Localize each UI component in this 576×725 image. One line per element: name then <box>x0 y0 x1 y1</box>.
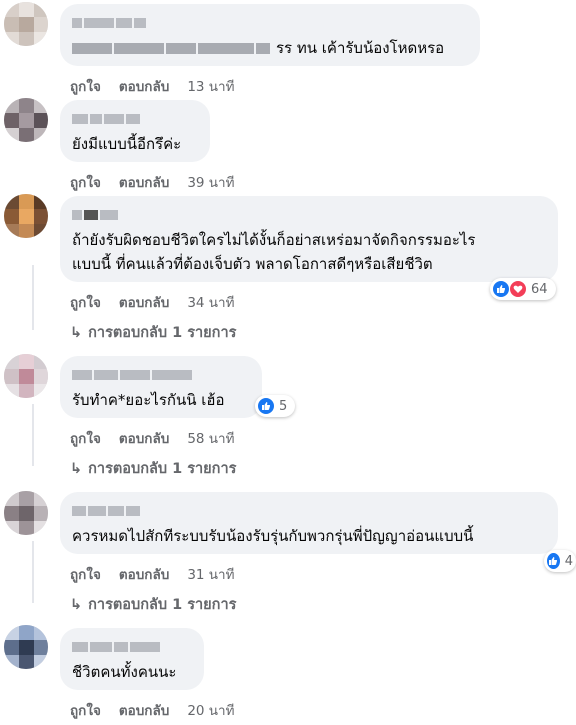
like-button[interactable]: ถูกใจ <box>70 291 101 313</box>
reaction-count: 5 <box>279 398 288 414</box>
author-name[interactable] <box>72 208 546 221</box>
avatar[interactable] <box>4 625 48 669</box>
like-button[interactable]: ถูกใจ <box>70 75 101 97</box>
timestamp[interactable]: 31 นาที <box>187 563 234 585</box>
thread-line <box>32 541 34 603</box>
timestamp[interactable]: 13 นาที <box>187 75 234 97</box>
redacted-text <box>72 42 270 54</box>
view-replies-link[interactable]: ↳ การตอบกลับ 1 รายการ <box>70 593 236 616</box>
comment-text: ชีวิตคนทั้งคนนะ <box>72 663 177 681</box>
avatar[interactable] <box>4 194 48 238</box>
comment-actions: ถูกใจ ตอบกลับ 20 นาที <box>70 699 235 721</box>
comment-bubble: ยังมีแบบนี้อีกรึค่ะ <box>60 100 210 162</box>
reply-button[interactable]: ตอบกลับ <box>119 563 169 585</box>
like-button[interactable]: ถูกใจ <box>70 171 101 193</box>
like-button[interactable]: ถูกใจ <box>70 427 101 449</box>
like-button[interactable]: ถูกใจ <box>70 699 101 721</box>
comment-text-line-2: แบบนี้ ที่คนแล้วที่ต้องเจ็บตัว พลาดโอกาส… <box>72 255 433 273</box>
comment-actions: ถูกใจ ตอบกลับ 58 นาที <box>70 427 235 449</box>
reply-button[interactable]: ตอบกลับ <box>119 427 169 449</box>
reply-arrow-icon: ↳ <box>70 596 83 613</box>
comment-text: ยังมีแบบนี้อีกรึค่ะ <box>72 135 182 153</box>
like-icon <box>492 280 510 298</box>
author-name[interactable] <box>72 640 192 653</box>
comment-text: ควรหมดไปสักทีระบบรับน้องรับรุ่นกับพวกรุ่… <box>72 527 474 545</box>
reply-button[interactable]: ตอบกลับ <box>119 171 169 193</box>
reaction-summary[interactable]: 4 <box>544 550 576 572</box>
reply-button[interactable]: ตอบกลับ <box>119 291 169 313</box>
author-name[interactable] <box>72 504 546 517</box>
author-name[interactable] <box>72 368 250 381</box>
author-name[interactable] <box>72 112 198 125</box>
avatar[interactable] <box>4 491 48 535</box>
comment-actions: ถูกใจ ตอบกลับ 39 นาที <box>70 171 235 193</box>
avatar[interactable] <box>4 354 48 398</box>
love-icon <box>509 280 527 298</box>
comment-text: รับทำค*ยอะไรกันนิ เฮ้อ <box>72 391 225 409</box>
comment-bubble: รร ทน เค้ารับน้องโหดหรอ <box>60 4 480 66</box>
timestamp[interactable]: 58 นาที <box>187 427 234 449</box>
like-icon <box>257 397 275 415</box>
comment-actions: ถูกใจ ตอบกลับ 13 นาที <box>70 75 235 97</box>
comment-actions: ถูกใจ ตอบกลับ 31 นาที <box>70 563 235 585</box>
comment-text-line-1: ถ้ายังรับผิดชอบชีวิตใครไม่ได้งั้นก็อย่าส… <box>72 231 476 249</box>
comment-bubble: รับทำค*ยอะไรกันนิ เฮ้อ <box>60 356 262 418</box>
view-replies-link[interactable]: ↳ การตอบกลับ 1 รายการ <box>70 457 236 480</box>
replies-count-label: การตอบกลับ 1 รายการ <box>88 461 237 477</box>
comment-text: รร ทน เค้ารับน้องโหดหรอ <box>276 39 445 57</box>
view-replies-link[interactable]: ↳ การตอบกลับ 1 รายการ <box>70 321 236 344</box>
reply-arrow-icon: ↳ <box>70 324 83 341</box>
avatar[interactable] <box>4 2 48 46</box>
replies-count-label: การตอบกลับ 1 รายการ <box>88 597 237 613</box>
reaction-summary[interactable]: 5 <box>255 395 295 417</box>
thread-line <box>32 404 34 466</box>
timestamp[interactable]: 20 นาที <box>187 699 234 721</box>
reply-button[interactable]: ตอบกลับ <box>119 75 169 97</box>
reply-button[interactable]: ตอบกลับ <box>119 699 169 721</box>
timestamp[interactable]: 34 นาที <box>187 291 234 313</box>
author-name[interactable] <box>72 16 468 29</box>
comment-actions: ถูกใจ ตอบกลับ 34 นาที <box>70 291 235 313</box>
timestamp[interactable]: 39 นาที <box>187 171 234 193</box>
reaction-count: 4 <box>564 553 573 569</box>
like-icon <box>546 552 561 570</box>
reaction-count: 64 <box>531 281 548 297</box>
comment-bubble: ชีวิตคนทั้งคนนะ <box>60 628 204 690</box>
comment-bubble: ถ้ายังรับผิดชอบชีวิตใครไม่ได้งั้นก็อย่าส… <box>60 196 558 282</box>
avatar[interactable] <box>4 98 48 142</box>
comment-bubble: ควรหมดไปสักทีระบบรับน้องรับรุ่นกับพวกรุ่… <box>60 492 558 554</box>
reply-arrow-icon: ↳ <box>70 460 83 477</box>
like-button[interactable]: ถูกใจ <box>70 563 101 585</box>
reaction-summary[interactable]: 64 <box>490 278 556 300</box>
replies-count-label: การตอบกลับ 1 รายการ <box>88 325 237 341</box>
thread-line <box>32 265 34 330</box>
